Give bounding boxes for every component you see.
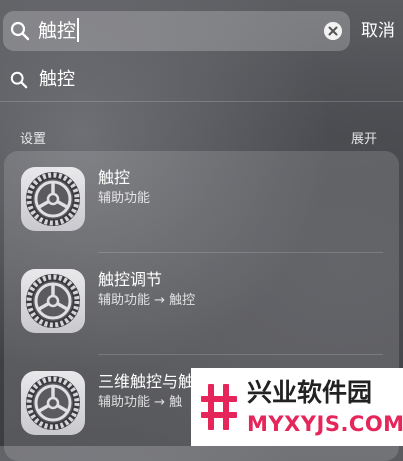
search-query: 触控 <box>38 20 77 42</box>
watermark-url: MYXYJS.COM <box>247 412 403 436</box>
result-item[interactable]: 触控 辅助功能 <box>4 151 399 253</box>
section-title: 设置 <box>20 132 47 147</box>
watermark-title: 兴业软件园 <box>247 378 373 407</box>
search-field[interactable]: 触控 <box>3 11 350 51</box>
search-bar: 触控 取消 <box>0 0 403 62</box>
watermark: 兴业软件园 MYXYJS.COM <box>191 368 403 446</box>
settings-gear-icon <box>21 371 85 435</box>
search-suggestion[interactable]: 触控 <box>0 62 403 102</box>
suggestion-text: 触控 <box>39 69 75 90</box>
cancel-button[interactable]: 取消 <box>361 19 395 43</box>
result-item[interactable]: 触控调节 辅助功能 → 触控 <box>4 253 399 355</box>
result-subtitle: 辅助功能 → 触 <box>98 395 183 410</box>
result-title: 三维触控与触 <box>98 372 195 391</box>
settings-gear-icon <box>21 167 85 231</box>
settings-gear-icon <box>21 269 85 333</box>
clear-icon[interactable] <box>324 22 342 40</box>
divider <box>0 101 403 102</box>
result-subtitle: 辅助功能 → 触控 <box>98 293 196 308</box>
result-title: 触控 <box>98 168 131 187</box>
search-icon <box>10 71 28 89</box>
watermark-logo-icon <box>201 384 237 430</box>
result-title: 触控调节 <box>98 270 163 289</box>
search-icon <box>10 21 30 41</box>
result-subtitle: 辅助功能 <box>98 191 151 206</box>
search-input[interactable]: 触控 <box>38 18 80 44</box>
expand-button[interactable]: 展开 <box>351 128 377 147</box>
text-caret <box>77 18 80 42</box>
